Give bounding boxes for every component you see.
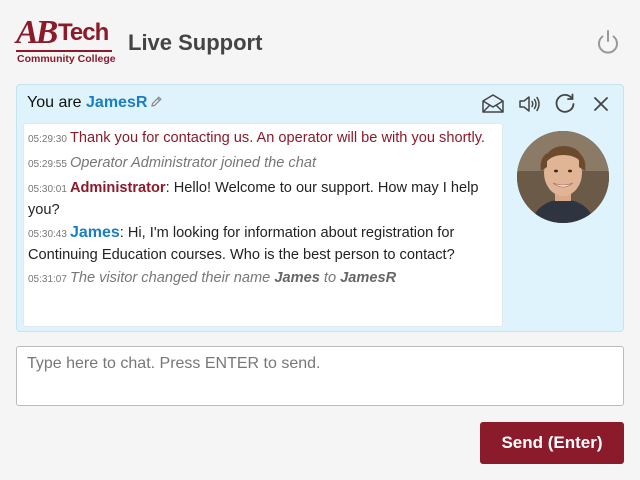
message-text: Operator Administrator joined the chat <box>69 155 316 171</box>
logo-tech: Tech <box>58 19 109 46</box>
message-time: 05:29:55 <box>28 159 67 170</box>
message-time: 05:29:30 <box>28 134 67 145</box>
logo-mark: AB <box>16 14 58 51</box>
message-item: 05:29:30 Thank you for contacting us. An … <box>28 128 496 150</box>
envelope-icon[interactable] <box>481 92 505 116</box>
message-author: Administrator <box>69 180 166 196</box>
message-item: 05:30:01 Administrator: Hello! Welcome to… <box>28 178 496 220</box>
message-text: The visitor changed their name James to … <box>70 270 396 286</box>
name-change-prefix: The visitor changed their name <box>69 270 271 286</box>
message-item: 05:30:43 James: Hi, I'm looking for infor… <box>28 223 496 265</box>
message-item: 05:31:07 The visitor changed their name J… <box>28 268 496 290</box>
refresh-icon[interactable] <box>553 92 577 116</box>
message-author: James <box>69 224 120 241</box>
close-icon[interactable] <box>589 92 613 116</box>
message-list[interactable]: 05:29:30 Thank you for contacting us. An … <box>23 123 503 327</box>
message-time: 05:30:43 <box>28 229 67 240</box>
operator-avatar <box>517 131 609 223</box>
chat-panel: You are JamesR 05:29:30 Thank you for con… <box>16 84 624 332</box>
pencil-icon[interactable] <box>150 95 163 113</box>
speaker-icon[interactable] <box>517 92 541 116</box>
message-text: Thank you for contacting us. An operator… <box>69 130 485 146</box>
abtech-logo: AB Tech Community College <box>14 14 116 68</box>
new-visitor-name: JamesR <box>340 270 397 286</box>
visitor-name[interactable]: JamesR <box>86 94 147 111</box>
old-visitor-name: James <box>274 270 320 286</box>
logo-subtitle: Community College <box>17 53 116 65</box>
chat-input[interactable] <box>16 346 624 406</box>
visitor-identity: You are JamesR <box>27 94 163 113</box>
you-are-label: You are <box>27 94 82 111</box>
send-button[interactable]: Send (Enter) <box>480 422 624 464</box>
power-icon[interactable] <box>594 28 622 56</box>
message-item: 05:29:55 Operator Administrator joined th… <box>28 153 496 175</box>
chat-toolbar <box>481 92 613 116</box>
message-time: 05:30:01 <box>28 184 67 195</box>
name-change-to: to <box>323 270 337 286</box>
page-title: Live Support <box>128 30 263 55</box>
message-time: 05:31:07 <box>28 274 67 285</box>
header: AB Tech Community College Live Support <box>0 0 640 84</box>
logo-divider <box>16 50 112 52</box>
